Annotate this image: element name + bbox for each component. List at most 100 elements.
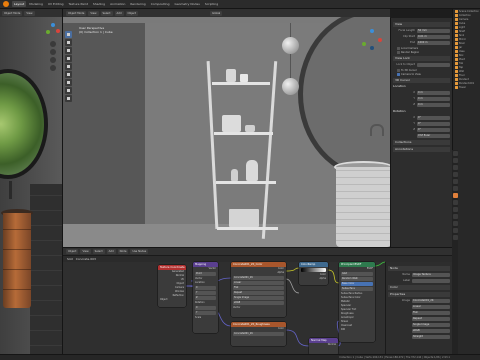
pan-icon[interactable]	[50, 49, 56, 55]
checkbox-icon[interactable]	[397, 50, 400, 54]
navigation-gizmo[interactable]	[46, 23, 60, 37]
extension-dropdown[interactable]: Repeat	[233, 291, 284, 295]
view-section-header[interactable]: View	[393, 22, 450, 27]
node-name-field[interactable]: Image Texture	[412, 272, 450, 277]
render-region-check[interactable]: Render Region	[393, 50, 450, 54]
tab-layout[interactable]: Layout	[12, 1, 27, 7]
clip-end-field[interactable]: 1000 m	[417, 40, 450, 45]
tab-geometry-nodes[interactable]: Geometry Nodes	[173, 1, 202, 7]
rendered-viewport[interactable]: Object Mode View	[0, 9, 63, 360]
particles-tab-icon[interactable]	[452, 207, 458, 212]
rot-z-field[interactable]: 0°	[417, 127, 450, 132]
constraints-tab-icon[interactable]	[452, 221, 458, 226]
axis-z-icon[interactable]	[51, 23, 55, 27]
subsurface-field[interactable]: Subsurface	[341, 287, 373, 291]
shader-node-editor[interactable]: Object View Select Add Node Use Nodes Sl…	[63, 247, 452, 355]
physics-tab-icon[interactable]	[452, 214, 458, 219]
lock-camera-check[interactable]: Camera to View	[393, 72, 450, 76]
transform-orientation-dropdown[interactable]: Global	[210, 10, 223, 16]
interpolation-dropdown[interactable]: Linear	[233, 281, 284, 285]
rot-x-field[interactable]: 0°	[417, 115, 450, 120]
data-tab-icon[interactable]	[452, 228, 458, 233]
output-tab-icon[interactable]	[452, 165, 458, 170]
checkbox-icon[interactable]	[397, 68, 400, 72]
render-tab-icon[interactable]	[452, 158, 458, 163]
interpolation-dropdown[interactable]: Linear	[412, 304, 450, 309]
source-dropdown[interactable]: Single Image	[233, 296, 284, 300]
clip-start-field[interactable]: 0.01 m	[417, 34, 450, 39]
tab-animation[interactable]: Animation	[108, 1, 127, 7]
checkbox-checked-icon[interactable]	[397, 72, 400, 76]
blender-logo-icon[interactable]	[3, 1, 9, 7]
rot-y-field[interactable]: 0°	[417, 121, 450, 126]
add-cube-tool-icon[interactable]	[65, 95, 72, 102]
projection-dropdown[interactable]: Flat	[233, 286, 284, 290]
select-tool-icon[interactable]	[65, 31, 72, 38]
axis-x-icon[interactable]	[378, 38, 382, 42]
modifier-tab-icon[interactable]	[452, 200, 458, 205]
move-tool-icon[interactable]	[65, 47, 72, 54]
view-menu[interactable]: View	[24, 10, 35, 16]
object-tab-icon[interactable]	[452, 193, 458, 198]
source-dropdown[interactable]: Single Image	[412, 322, 450, 327]
cursor-tool-icon[interactable]	[65, 39, 72, 46]
scene-tab-icon[interactable]	[452, 179, 458, 184]
material-tab-icon[interactable]	[452, 235, 458, 240]
add-menu[interactable]: Add	[114, 10, 124, 16]
color-section-header[interactable]: Color	[388, 285, 450, 290]
axis-y-icon[interactable]	[362, 42, 366, 46]
tab-scripting[interactable]: Scripting	[203, 1, 220, 7]
tool-tab-icon[interactable]	[452, 151, 458, 156]
rotation-y-field[interactable]: Y	[195, 311, 216, 315]
mode-dropdown[interactable]: Object Mode	[2, 10, 23, 16]
color-ramp-node[interactable]: ColorRamp Color Alpha	[299, 262, 328, 285]
view-layer-tab-icon[interactable]	[452, 172, 458, 177]
texture-coordinate-node[interactable]: Texture Coordinate Generated Normal UV O…	[158, 265, 186, 307]
tab-texture-paint[interactable]: Texture Paint	[67, 1, 90, 7]
camera-icon[interactable]	[50, 57, 56, 63]
lock-object-field[interactable]	[417, 62, 450, 67]
image-file-dropdown[interactable]: Concrete001_2K	[233, 276, 284, 280]
axis-neg-z-icon[interactable]	[370, 46, 374, 50]
outliner-row[interactable]: Towel	[453, 85, 480, 89]
checkbox-icon[interactable]	[397, 46, 400, 50]
location-z-field[interactable]: Z	[195, 296, 216, 300]
color-space-dropdown[interactable]: sRGB	[233, 301, 284, 305]
image-texture-roughness-node[interactable]: Concrete001_2K_Roughness Color Concrete0…	[231, 322, 286, 346]
node-section-header[interactable]: Node	[388, 266, 450, 271]
tab-rendering[interactable]: Rendering	[128, 1, 147, 7]
mapping-node[interactable]: Mapping Vector Point Vector Location X Y…	[193, 262, 218, 333]
measure-tool-icon[interactable]	[65, 87, 72, 94]
mapping-type-dropdown[interactable]: Point	[195, 272, 216, 276]
principled-bsdf-node[interactable]: Principled BSDF BSDF GGX Random Walk Bas…	[339, 262, 375, 342]
cursor-y-field[interactable]: 0 m	[417, 96, 450, 101]
outliner-row[interactable]: Scene Collection	[453, 9, 480, 13]
subsurface-method-dropdown[interactable]: Random Walk	[341, 277, 373, 281]
color-ramp-gradient[interactable]	[301, 268, 326, 272]
rotation-x-field[interactable]: X	[195, 306, 216, 310]
object-menu[interactable]: Object	[125, 10, 138, 16]
focal-length-field[interactable]: 50 mm	[417, 28, 450, 33]
annotations-section-header[interactable]: Annotations	[393, 147, 450, 152]
view-lock-section-header[interactable]: View Lock	[393, 56, 450, 61]
select-menu[interactable]: Select	[100, 10, 113, 16]
properties-section-header[interactable]: Properties	[388, 292, 450, 297]
colorspace-dropdown[interactable]: sRGB	[412, 328, 450, 333]
scale-tool-icon[interactable]	[65, 63, 72, 70]
base-color-field[interactable]: Base Color	[341, 282, 373, 286]
world-tab-icon[interactable]	[452, 186, 458, 191]
view-menu[interactable]: View	[88, 10, 99, 16]
cursor-x-field[interactable]: 0 m	[417, 90, 450, 95]
normal-map-node[interactable]: Normal Map Normal	[309, 338, 338, 355]
distribution-dropdown[interactable]: GGX	[341, 272, 373, 276]
image-file-dropdown[interactable]: Concrete001_2K	[233, 332, 284, 336]
navigation-gizmo[interactable]	[361, 29, 383, 51]
rotation-mode-dropdown[interactable]: XYZ Euler	[417, 133, 450, 138]
node-label-field[interactable]	[412, 278, 450, 283]
image-texture-color-node[interactable]: Concrete001_2K_Color Color Alpha Concret…	[231, 262, 286, 317]
collections-section-header[interactable]: Collections	[393, 140, 450, 145]
tab-uv-editing[interactable]: UV Editing	[46, 1, 66, 7]
projection-dropdown[interactable]: Flat	[412, 310, 450, 315]
alpha-dropdown[interactable]: Straight	[412, 334, 450, 339]
image-field[interactable]: Concrete001_2K	[412, 298, 450, 303]
